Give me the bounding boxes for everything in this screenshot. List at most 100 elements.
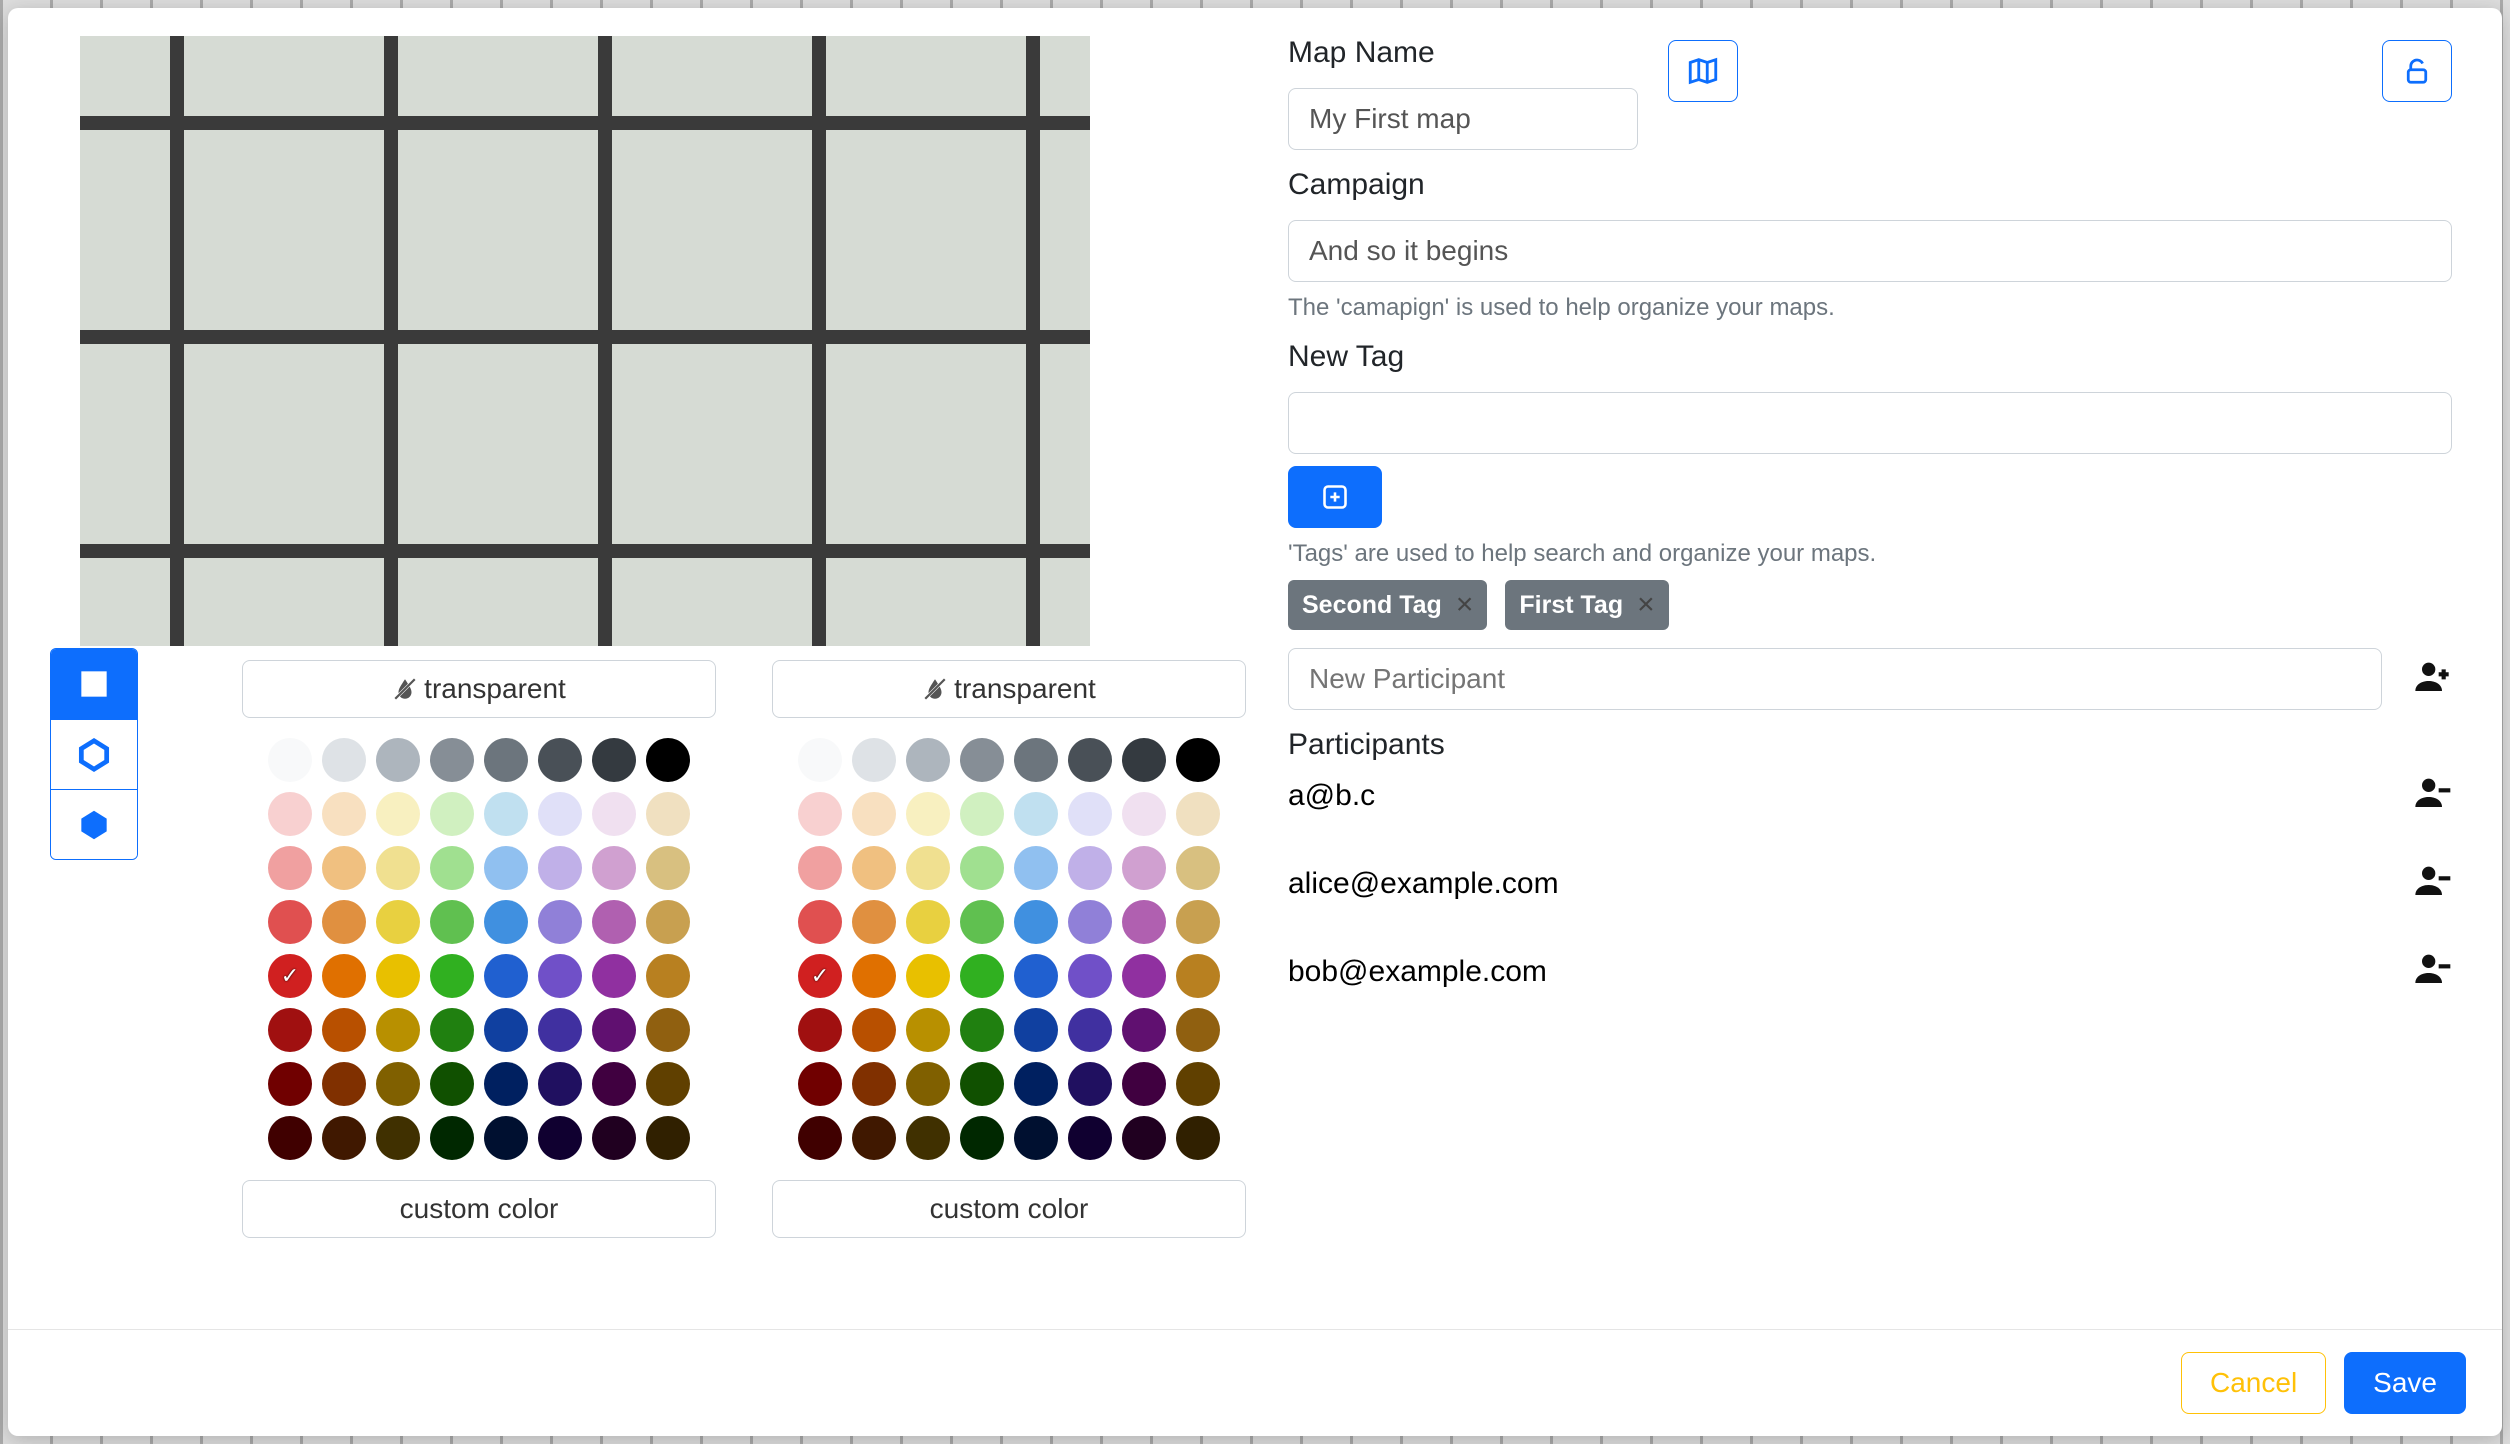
color-swatch[interactable] xyxy=(376,738,420,782)
color-swatch[interactable] xyxy=(538,792,582,836)
color-swatch[interactable] xyxy=(268,900,312,944)
color-swatch[interactable] xyxy=(646,792,690,836)
color-swatch[interactable] xyxy=(430,792,474,836)
color-swatch[interactable] xyxy=(484,738,528,782)
color-swatch[interactable] xyxy=(592,1062,636,1106)
custom-color-button-1[interactable]: custom color xyxy=(242,1180,716,1238)
shape-hexagon-fill-button[interactable] xyxy=(51,789,137,859)
color-swatch[interactable] xyxy=(268,1062,312,1106)
color-swatch[interactable] xyxy=(1014,1008,1058,1052)
color-swatch[interactable] xyxy=(322,1116,366,1160)
color-swatch[interactable] xyxy=(906,1062,950,1106)
color-swatch[interactable] xyxy=(592,846,636,890)
color-swatch[interactable] xyxy=(268,846,312,890)
tag-remove-button[interactable]: × xyxy=(1456,588,1474,622)
color-swatch[interactable] xyxy=(484,1116,528,1160)
color-swatch[interactable] xyxy=(1176,1008,1220,1052)
color-swatch[interactable] xyxy=(1068,1062,1112,1106)
shape-square-button[interactable] xyxy=(51,649,137,719)
color-swatch[interactable] xyxy=(484,792,528,836)
color-swatch[interactable] xyxy=(960,792,1004,836)
transparent-button-2[interactable]: transparent xyxy=(772,660,1246,718)
color-swatch[interactable] xyxy=(906,900,950,944)
color-swatch[interactable] xyxy=(322,1008,366,1052)
color-swatch[interactable] xyxy=(376,1116,420,1160)
color-swatch[interactable] xyxy=(1122,900,1166,944)
color-swatch[interactable] xyxy=(1014,1116,1058,1160)
color-swatch[interactable] xyxy=(538,1116,582,1160)
color-swatch[interactable] xyxy=(646,1116,690,1160)
map-name-input[interactable] xyxy=(1288,88,1638,150)
color-swatch[interactable] xyxy=(906,1008,950,1052)
color-swatch[interactable] xyxy=(430,1008,474,1052)
color-swatch[interactable] xyxy=(538,846,582,890)
color-swatch[interactable] xyxy=(1122,792,1166,836)
color-swatch[interactable] xyxy=(960,738,1004,782)
remove-participant-button[interactable] xyxy=(2412,772,2452,820)
color-swatch[interactable] xyxy=(268,1116,312,1160)
color-swatch[interactable] xyxy=(322,1062,366,1106)
color-swatch[interactable] xyxy=(1176,954,1220,998)
color-swatch[interactable] xyxy=(906,792,950,836)
color-swatch[interactable] xyxy=(376,846,420,890)
color-swatch[interactable] xyxy=(960,900,1004,944)
color-swatch[interactable] xyxy=(484,1062,528,1106)
tag-remove-button[interactable]: × xyxy=(1637,588,1655,622)
color-swatch[interactable] xyxy=(1068,900,1112,944)
color-swatch[interactable] xyxy=(852,738,896,782)
color-swatch[interactable] xyxy=(852,1116,896,1160)
color-swatch[interactable] xyxy=(1176,738,1220,782)
color-swatch[interactable] xyxy=(268,792,312,836)
color-swatch[interactable] xyxy=(798,738,842,782)
color-swatch[interactable] xyxy=(376,1062,420,1106)
color-swatch[interactable] xyxy=(960,1116,1004,1160)
color-swatch[interactable] xyxy=(268,1008,312,1052)
color-swatch[interactable] xyxy=(798,1008,842,1052)
color-swatch[interactable] xyxy=(322,900,366,944)
color-swatch[interactable] xyxy=(798,954,842,998)
color-swatch[interactable] xyxy=(1176,1062,1220,1106)
color-swatch[interactable] xyxy=(852,1008,896,1052)
color-swatch[interactable] xyxy=(960,846,1004,890)
color-swatch[interactable] xyxy=(906,1116,950,1160)
color-swatch[interactable] xyxy=(538,900,582,944)
color-swatch[interactable] xyxy=(1176,1116,1220,1160)
color-swatch[interactable] xyxy=(322,738,366,782)
color-swatch[interactable] xyxy=(852,954,896,998)
color-swatch[interactable] xyxy=(1176,792,1220,836)
color-swatch[interactable] xyxy=(268,954,312,998)
color-swatch[interactable] xyxy=(322,792,366,836)
color-swatch[interactable] xyxy=(1068,1116,1112,1160)
color-swatch[interactable] xyxy=(538,1008,582,1052)
color-swatch[interactable] xyxy=(430,900,474,944)
new-tag-input[interactable] xyxy=(1288,392,2452,454)
remove-participant-button[interactable] xyxy=(2412,860,2452,908)
add-tag-button[interactable] xyxy=(1288,466,1382,528)
color-swatch[interactable] xyxy=(376,792,420,836)
color-swatch[interactable] xyxy=(1014,846,1058,890)
color-swatch[interactable] xyxy=(1068,738,1112,782)
color-swatch[interactable] xyxy=(592,1008,636,1052)
color-swatch[interactable] xyxy=(1122,1008,1166,1052)
color-swatch[interactable] xyxy=(1014,1062,1058,1106)
color-swatch[interactable] xyxy=(1122,954,1166,998)
color-swatch[interactable] xyxy=(592,954,636,998)
cancel-button[interactable]: Cancel xyxy=(2181,1352,2326,1414)
color-swatch[interactable] xyxy=(1068,1008,1112,1052)
lock-toggle-button[interactable] xyxy=(2382,40,2452,102)
color-swatch[interactable] xyxy=(430,846,474,890)
color-swatch[interactable] xyxy=(798,792,842,836)
shape-hexagon-outline-button[interactable] xyxy=(51,719,137,789)
remove-participant-button[interactable] xyxy=(2412,948,2452,996)
color-swatch[interactable] xyxy=(376,1008,420,1052)
color-swatch[interactable] xyxy=(268,738,312,782)
color-swatch[interactable] xyxy=(430,1062,474,1106)
color-swatch[interactable] xyxy=(798,1116,842,1160)
color-swatch[interactable] xyxy=(852,900,896,944)
color-swatch[interactable] xyxy=(430,738,474,782)
color-swatch[interactable] xyxy=(1014,792,1058,836)
color-swatch[interactable] xyxy=(1068,954,1112,998)
color-swatch[interactable] xyxy=(798,900,842,944)
color-swatch[interactable] xyxy=(538,954,582,998)
color-swatch[interactable] xyxy=(430,954,474,998)
